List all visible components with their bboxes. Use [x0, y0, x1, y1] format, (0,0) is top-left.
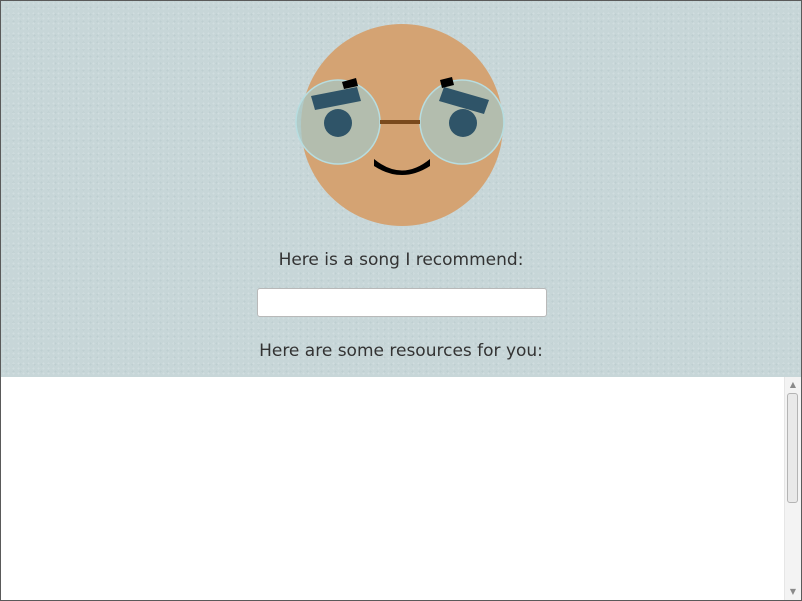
resources-label: Here are some resources for you:	[259, 341, 543, 361]
app-window: Here is a song I recommend: Here are som…	[0, 0, 802, 601]
song-label: Here is a song I recommend:	[278, 250, 524, 270]
vertical-scrollbar[interactable]: ▲ ▼	[784, 377, 801, 600]
chevron-up-icon[interactable]: ▲	[788, 380, 798, 390]
header-panel: Here is a song I recommend: Here are som…	[1, 1, 801, 377]
right-eye	[449, 109, 477, 137]
avatar	[295, 24, 505, 226]
chevron-down-icon[interactable]: ▼	[788, 587, 798, 597]
song-input[interactable]	[257, 288, 547, 317]
glasses-bridge	[380, 120, 420, 124]
resources-frame[interactable]: ▲ ▼	[1, 377, 801, 600]
scrollbar-thumb[interactable]	[787, 393, 798, 503]
left-eye	[324, 109, 352, 137]
